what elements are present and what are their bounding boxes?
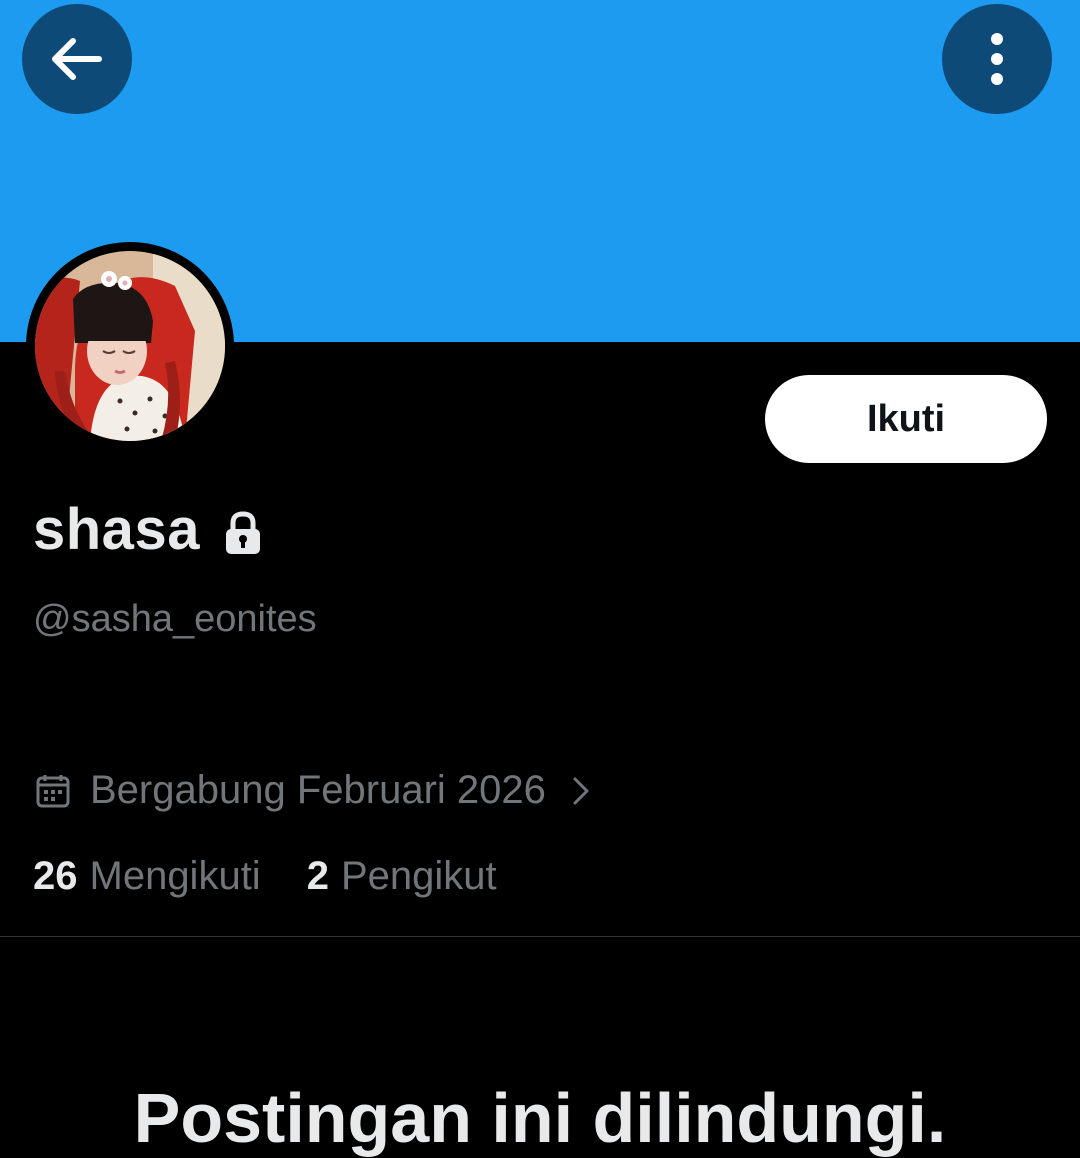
joined-date-row[interactable]: Bergabung Februari 2026 bbox=[36, 768, 590, 813]
arrow-left-icon bbox=[51, 37, 103, 81]
joined-date-text: Bergabung Februari 2026 bbox=[90, 768, 546, 812]
followers-stat[interactable]: 2 Pengikut bbox=[307, 854, 497, 899]
following-count: 26 bbox=[33, 854, 78, 898]
avatar-frame[interactable] bbox=[26, 242, 234, 450]
followers-label: Pengikut bbox=[340, 854, 497, 898]
avatar[interactable] bbox=[35, 251, 225, 441]
following-stat[interactable]: 26 Mengikuti bbox=[33, 854, 261, 899]
chevron-right-icon bbox=[572, 776, 590, 806]
follow-button[interactable]: Ikuti bbox=[765, 375, 1047, 463]
follow-stats: 26 Mengikuti 2 Pengikut bbox=[33, 854, 497, 899]
display-name: shasa bbox=[33, 497, 200, 562]
more-vertical-icon bbox=[990, 32, 1004, 86]
profile-handle: @sasha_eonites bbox=[33, 598, 317, 640]
lock-icon bbox=[224, 510, 262, 555]
followers-count: 2 bbox=[306, 854, 329, 898]
following-label: Mengikuti bbox=[89, 854, 261, 898]
section-divider bbox=[0, 936, 1080, 937]
profile-name-row: shasa bbox=[33, 496, 262, 563]
protected-notice-title: Postingan ini dilindungi. bbox=[133, 1079, 947, 1157]
calendar-icon bbox=[36, 774, 70, 808]
more-options-button[interactable] bbox=[942, 4, 1052, 114]
back-button[interactable] bbox=[22, 4, 132, 114]
